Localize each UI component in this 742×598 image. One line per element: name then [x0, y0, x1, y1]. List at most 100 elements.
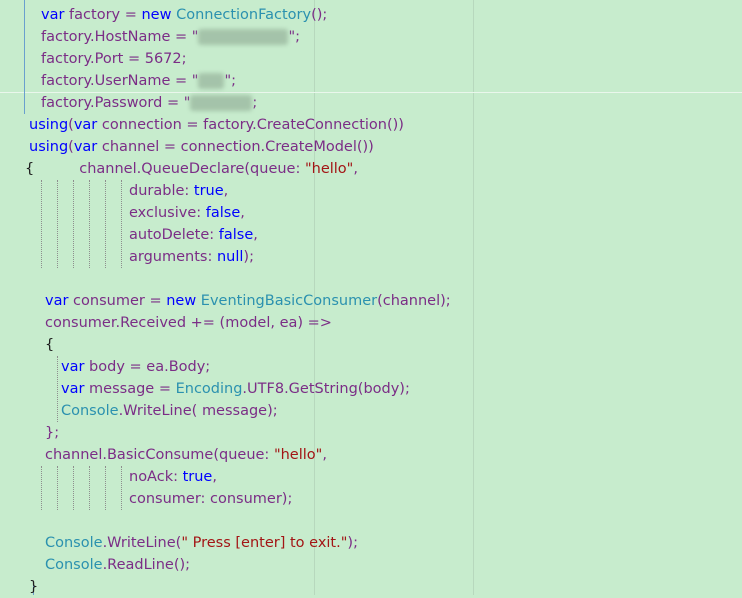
code-token: ConnectionFactory	[176, 7, 312, 23]
code-token: ;	[252, 95, 258, 111]
code-token: ,	[212, 469, 217, 485]
code-line[interactable]: };	[45, 422, 59, 444]
code-token: " Press [enter] to exit."	[181, 535, 348, 551]
code-token: channel = connection.CreateModel())	[97, 139, 374, 155]
code-token: ,	[240, 205, 245, 221]
code-token: false	[218, 227, 254, 243]
code-token: exclusive:	[129, 205, 206, 221]
code-line[interactable]: channel.BasicConsume(queue: "hello",	[45, 444, 327, 466]
code-line[interactable]: {	[45, 334, 54, 356]
code-token: false	[205, 205, 241, 221]
code-token: channel.BasicConsume(queue:	[45, 447, 274, 463]
code-line[interactable]: Console.WriteLine(" Press [enter] to exi…	[45, 532, 358, 554]
code-token: noAck:	[129, 469, 183, 485]
code-token: .ReadLine();	[102, 557, 191, 573]
code-token: durable:	[129, 183, 194, 199]
code-line[interactable]: autoDelete: false,	[129, 224, 258, 246]
code-line[interactable]: var factory = new ConnectionFactory();	[41, 4, 327, 26]
code-line[interactable]: consumer: consumer);	[129, 488, 292, 510]
code-line[interactable]: var body = ea.Body;	[61, 356, 210, 378]
indent-guide	[41, 466, 42, 510]
code-token: true	[182, 469, 213, 485]
code-line[interactable]: durable: true,	[129, 180, 228, 202]
code-token: ();	[311, 7, 328, 23]
redacted-value	[198, 73, 225, 89]
code-token: consumer.Received += (model, ea) =>	[45, 315, 332, 331]
code-token: ";	[224, 73, 237, 89]
code-token: factory.UserName = "	[41, 73, 199, 89]
code-token: .UTF8.GetString(body);	[242, 381, 410, 397]
code-token: var	[45, 293, 69, 309]
code-token: channel.QueueDeclare(queue:	[79, 161, 305, 177]
code-token: var	[73, 117, 98, 133]
code-line[interactable]: Console.WriteLine( message);	[61, 400, 278, 422]
code-token: body = ea.Body;	[84, 359, 211, 375]
code-line[interactable]: using(var connection = factory.CreateCon…	[29, 114, 404, 136]
code-token: EventingBasicConsumer	[200, 293, 378, 309]
code-line[interactable]: consumer.Received += (model, ea) =>	[45, 312, 332, 334]
code-token: null	[216, 249, 244, 265]
code-token: {	[25, 161, 35, 177]
indent-guide	[73, 180, 74, 268]
code-token: ,	[353, 161, 358, 177]
code-editor[interactable]: var factory = new ConnectionFactory(); fa…	[0, 0, 742, 595]
code-token: Console	[45, 535, 103, 551]
code-token: ,	[322, 447, 327, 463]
code-token: .WriteLine( message);	[118, 403, 278, 419]
indent-guide	[41, 180, 42, 268]
indent-guide	[73, 466, 74, 510]
code-token: arguments:	[129, 249, 217, 265]
code-token: Console	[45, 557, 103, 573]
code-token: factory.HostName = "	[41, 29, 199, 45]
code-token: var	[61, 359, 85, 375]
code-token: factory.Password = "	[41, 95, 191, 111]
indent-guide	[89, 466, 90, 510]
code-line[interactable]: var consumer = new EventingBasicConsumer…	[45, 290, 451, 312]
code-token: );	[347, 535, 358, 551]
code-token: new	[166, 293, 197, 309]
indent-guide	[57, 466, 58, 510]
indent-guide	[105, 180, 106, 268]
code-token: }	[29, 579, 39, 595]
redacted-value	[198, 29, 289, 45]
code-token: new	[141, 7, 172, 23]
indent-guide	[24, 0, 25, 114]
code-token: ";	[288, 29, 300, 45]
code-token: var	[73, 139, 98, 155]
code-token: true	[193, 183, 224, 199]
code-token: connection = factory.CreateConnection())	[97, 117, 404, 133]
code-line[interactable]: factory.Port = 5672;	[41, 48, 187, 70]
code-token: autoDelete:	[129, 227, 219, 243]
code-token: (channel);	[377, 293, 451, 309]
code-line[interactable]: noAck: true,	[129, 466, 217, 488]
code-token: using	[29, 117, 69, 133]
code-token: );	[243, 249, 254, 265]
column-guide	[473, 0, 474, 595]
code-token: "hello"	[273, 447, 323, 463]
code-line[interactable]: using(var channel = connection.CreateMod…	[29, 136, 374, 158]
code-line[interactable]: factory.UserName = " ";	[41, 70, 236, 92]
code-line[interactable]: { channel.QueueDeclare(queue: "hello",	[25, 158, 358, 180]
code-token: };	[45, 425, 60, 441]
indent-guide	[121, 180, 122, 268]
code-token: consumer =	[68, 293, 167, 309]
code-token: "hello"	[304, 161, 354, 177]
code-line[interactable]: factory.HostName = " ";	[41, 26, 300, 48]
code-line[interactable]: var message = Encoding.UTF8.GetString(bo…	[61, 378, 410, 400]
code-line[interactable]: exclusive: false,	[129, 202, 245, 224]
code-line[interactable]: factory.Password = ";	[41, 92, 257, 114]
code-token: Encoding	[175, 381, 243, 397]
code-token: {	[45, 337, 55, 353]
code-token: factory.Port = 5672;	[41, 51, 187, 67]
code-token: Console	[61, 403, 119, 419]
code-token: ,	[253, 227, 258, 243]
indent-guide	[105, 466, 106, 510]
code-token: .WriteLine(	[102, 535, 182, 551]
code-token: var	[41, 7, 65, 23]
indent-guide	[57, 356, 58, 422]
code-line[interactable]: Console.ReadLine();	[45, 554, 190, 576]
code-token: ,	[223, 183, 229, 199]
code-token: factory =	[64, 7, 142, 23]
code-line[interactable]: arguments: null);	[129, 246, 254, 268]
indent-guide	[89, 180, 90, 268]
